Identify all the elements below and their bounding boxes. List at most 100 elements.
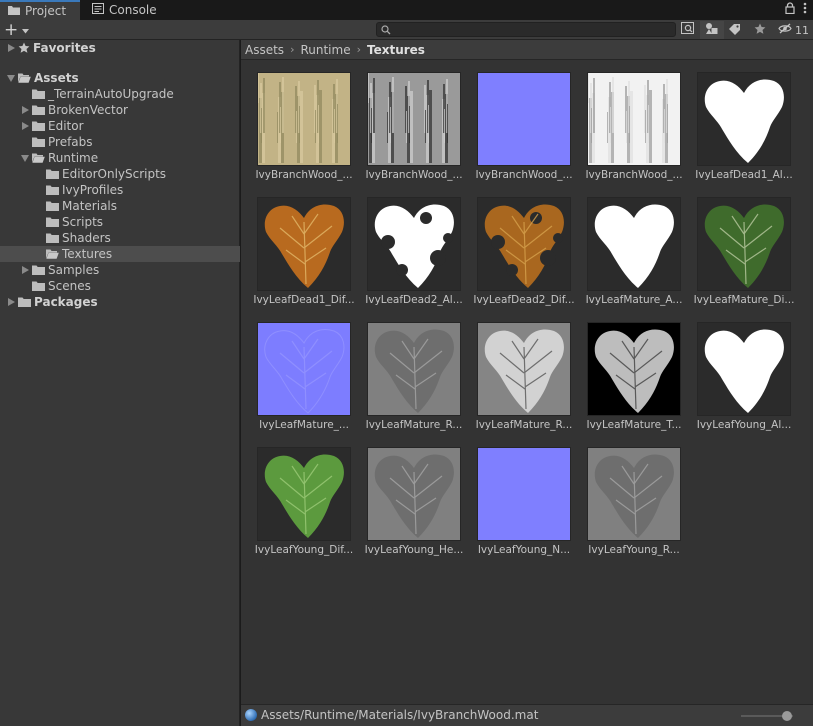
- asset-tile[interactable]: IvyLeafDead2_Al...: [351, 187, 463, 307]
- tree-item-runtime[interactable]: Runtime: [0, 150, 240, 166]
- chevron-right-icon[interactable]: [20, 121, 30, 131]
- texture-thumbnail[interactable]: [257, 447, 351, 541]
- tree-item-label: Scenes: [48, 279, 91, 293]
- asset-name-label: IvyLeafYoung_Al...: [696, 419, 792, 431]
- asset-tile[interactable]: IvyLeafMature_T...: [571, 312, 682, 432]
- chevron-right-icon[interactable]: [6, 43, 16, 53]
- tree-item-brokenvector[interactable]: BrokenVector: [0, 102, 240, 118]
- texture-thumbnail[interactable]: [477, 322, 571, 416]
- asset-name-label: IvyLeafYoung_Dif...: [254, 544, 354, 556]
- lock-icon[interactable]: [785, 2, 795, 17]
- texture-thumbnail[interactable]: [587, 322, 681, 416]
- console-icon: [92, 3, 104, 17]
- texture-thumbnail[interactable]: [697, 197, 791, 291]
- kebab-menu-icon[interactable]: [803, 2, 807, 17]
- asset-tile[interactable]: IvyLeafYoung_R...: [571, 437, 681, 557]
- tree-item-shaders[interactable]: Shaders: [0, 230, 240, 246]
- tree-item-scripts[interactable]: Scripts: [0, 214, 240, 230]
- chevron-right-icon[interactable]: [20, 265, 30, 275]
- asset-tile[interactable]: IvyLeafMature_R...: [351, 312, 462, 432]
- tab-console[interactable]: Console: [84, 0, 164, 20]
- asset-name-label: IvyBranchWood_...: [365, 169, 463, 181]
- tab-project[interactable]: Project: [0, 0, 80, 20]
- texture-thumbnail[interactable]: [257, 197, 351, 291]
- tree-item-terrainautoupgrade[interactable]: _TerrainAutoUpgrade: [0, 86, 240, 102]
- asset-browser: Assets › Runtime › Textures IvyBranchWoo…: [241, 40, 813, 726]
- asset-tile[interactable]: IvyLeafMature_...: [241, 312, 351, 432]
- tree-item-editor[interactable]: Editor: [0, 118, 240, 134]
- asset-name-label: IvyLeafDead1_Al...: [695, 169, 793, 181]
- texture-thumbnail[interactable]: [477, 197, 571, 291]
- search-by-type-button[interactable]: [676, 21, 700, 39]
- asset-tile[interactable]: IvyLeafYoung_N...: [461, 437, 571, 557]
- texture-thumbnail[interactable]: [367, 72, 461, 166]
- hidden-packages-toggle[interactable]: 11: [778, 21, 809, 39]
- slider-knob[interactable]: [782, 711, 792, 721]
- chevron-down-icon[interactable]: [20, 153, 30, 163]
- tree-item-samples[interactable]: Samples: [0, 262, 240, 278]
- chevron-right-icon[interactable]: [6, 297, 16, 307]
- folder-icon: [32, 265, 45, 275]
- tree-item-assets[interactable]: Assets: [0, 70, 240, 86]
- breadcrumb-item-assets[interactable]: Assets: [245, 43, 284, 57]
- texture-thumbnail[interactable]: [697, 322, 791, 416]
- tree-item-textures[interactable]: Textures: [0, 246, 240, 262]
- asset-tile[interactable]: IvyBranchWood_...: [461, 62, 573, 182]
- filter-by-type-button[interactable]: [700, 21, 724, 39]
- folder-icon: [46, 201, 59, 211]
- asset-tile[interactable]: IvyLeafDead1_Al...: [681, 62, 793, 182]
- thumbnail-size-slider[interactable]: [741, 711, 799, 721]
- tag-icon: [728, 23, 741, 38]
- tree-item-editoronlyscripts[interactable]: EditorOnlyScripts: [0, 166, 240, 182]
- project-toolbar: + 11: [0, 20, 813, 40]
- texture-thumbnail[interactable]: [477, 447, 571, 541]
- asset-tile[interactable]: IvyLeafYoung_Al...: [681, 312, 791, 432]
- asset-name-label: IvyLeafYoung_N...: [477, 544, 571, 556]
- chevron-right-icon[interactable]: [20, 105, 30, 115]
- search-input[interactable]: [393, 23, 673, 36]
- chevron-right-icon: ›: [356, 43, 361, 56]
- asset-tile[interactable]: IvyLeafMature_Di...: [681, 187, 794, 307]
- tree-item-scenes[interactable]: Scenes: [0, 278, 240, 294]
- create-button[interactable]: +: [4, 21, 34, 39]
- tree-item-packages[interactable]: Packages: [0, 294, 240, 310]
- asset-tile[interactable]: IvyLeafYoung_He...: [351, 437, 463, 557]
- selected-asset-path[interactable]: Assets/Runtime/Materials/IvyBranchWood.m…: [245, 708, 538, 722]
- favorite-search-button[interactable]: [748, 21, 772, 39]
- asset-tile[interactable]: IvyLeafMature_R...: [461, 312, 572, 432]
- breadcrumb-item-textures[interactable]: Textures: [367, 43, 425, 57]
- texture-thumbnail[interactable]: [257, 72, 351, 166]
- asset-tile[interactable]: IvyLeafYoung_Dif...: [241, 437, 353, 557]
- filter-by-label-button[interactable]: [722, 21, 746, 39]
- texture-thumbnail[interactable]: [587, 197, 681, 291]
- texture-thumbnail[interactable]: [477, 72, 571, 166]
- asset-tile[interactable]: IvyLeafMature_A...: [571, 187, 682, 307]
- texture-thumbnail[interactable]: [587, 72, 681, 166]
- asset-tile[interactable]: IvyBranchWood_...: [351, 62, 463, 182]
- folder-icon: [46, 233, 59, 243]
- asset-tile[interactable]: IvyBranchWood_...: [571, 62, 683, 182]
- tree-item-favorites[interactable]: Favorites: [0, 40, 240, 56]
- texture-thumbnail[interactable]: [697, 72, 791, 166]
- asset-tile[interactable]: IvyLeafDead1_Dif...: [241, 187, 355, 307]
- folder-icon: [32, 105, 45, 115]
- search-field[interactable]: [376, 22, 676, 37]
- texture-thumbnail[interactable]: [257, 322, 351, 416]
- texture-thumbnail[interactable]: [367, 447, 461, 541]
- folder-tree[interactable]: Favorites Assets _TerrainAutoUpgrade Broken…: [0, 40, 240, 726]
- shapes-icon: [705, 22, 719, 38]
- chevron-down-icon[interactable]: [6, 73, 16, 83]
- tree-item-ivyprofiles[interactable]: IvyProfiles: [0, 182, 240, 198]
- texture-thumbnail[interactable]: [367, 322, 461, 416]
- texture-thumbnail[interactable]: [367, 197, 461, 291]
- asset-name-label: IvyBranchWood_...: [585, 169, 683, 181]
- texture-thumbnail[interactable]: [587, 447, 681, 541]
- asset-tile[interactable]: IvyLeafDead2_Dif...: [461, 187, 575, 307]
- tree-item-materials[interactable]: Materials: [0, 198, 240, 214]
- tree-item-prefabs[interactable]: Prefabs: [0, 134, 240, 150]
- folder-icon: [32, 89, 45, 99]
- breadcrumb-item-runtime[interactable]: Runtime: [300, 43, 350, 57]
- asset-tile[interactable]: IvyBranchWood_...: [241, 62, 353, 182]
